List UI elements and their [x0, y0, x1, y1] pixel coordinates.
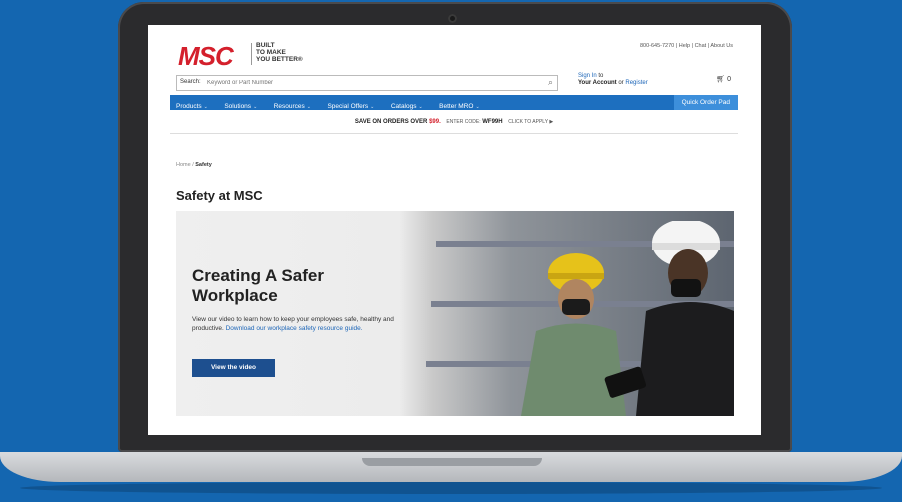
- search-label: Search:: [180, 79, 201, 85]
- laptop-notch: [362, 458, 542, 466]
- chevron-down-icon: ⌄: [370, 104, 375, 110]
- main-nav: Products ⌄ Solutions ⌄ Resources ⌄ Special …: [170, 95, 738, 110]
- divider: [170, 133, 738, 134]
- or-text: or: [618, 80, 624, 86]
- tagline-line: YOU BETTER®: [256, 56, 303, 63]
- chevron-down-icon: ⌄: [306, 104, 311, 110]
- promo-code: WF99H: [482, 119, 503, 125]
- logo-divider: [251, 43, 252, 65]
- breadcrumb: Home / Safety: [176, 162, 212, 168]
- promo-banner[interactable]: SAVE ON ORDERS OVER $99. ENTER CODE: WF9…: [170, 119, 738, 125]
- breadcrumb-home[interactable]: Home: [176, 162, 191, 168]
- hero-description: View our video to learn how to keep your…: [192, 315, 402, 333]
- hero-title: Creating A Safer Workplace: [192, 266, 324, 305]
- promo-amount: $99.: [429, 119, 441, 125]
- logo-tagline: BUILT TO MAKE YOU BETTER®: [256, 42, 316, 63]
- laptop-base: [0, 452, 902, 482]
- page-title: Safety at MSC: [176, 188, 263, 203]
- laptop-shadow: [20, 482, 882, 494]
- promo-apply-link[interactable]: CLICK TO APPLY ▶: [508, 119, 553, 125]
- phone-link[interactable]: 800-645-7270: [640, 43, 674, 49]
- webcam-icon: [448, 14, 457, 23]
- chevron-down-icon: ⌄: [418, 104, 423, 110]
- quick-order-pad-button[interactable]: Quick Order Pad: [673, 95, 738, 110]
- nav-catalogs[interactable]: Catalogs ⌄: [385, 99, 429, 110]
- workers-photo: [521, 221, 734, 416]
- your-account-link[interactable]: Your Account: [578, 80, 617, 86]
- nav-special-offers[interactable]: Special Offers ⌄: [321, 99, 380, 110]
- msc-logo[interactable]: MSC: [178, 41, 234, 72]
- nav-solutions[interactable]: Solutions ⌄: [218, 99, 263, 110]
- nav-label: Special Offers: [327, 103, 369, 110]
- hero-banner: Creating A Safer Workplace View our vide…: [176, 211, 734, 416]
- cart-button[interactable]: 🛒︎ 0: [716, 75, 731, 83]
- chevron-down-icon: ⌄: [203, 104, 208, 110]
- nav-resources[interactable]: Resources ⌄: [268, 99, 317, 110]
- promo-code-label: ENTER CODE:: [446, 119, 481, 125]
- nav-label: Catalogs: [390, 103, 417, 110]
- browser-screen: MSC BUILT TO MAKE YOU BETTER® 800-645-72…: [148, 25, 761, 435]
- view-video-button[interactable]: View the video: [192, 359, 275, 377]
- breadcrumb-separator: /: [192, 162, 194, 168]
- search-input[interactable]: [207, 77, 527, 88]
- account-area: Sign In to Your Account or Register: [578, 73, 648, 87]
- breadcrumb-current: Safety: [195, 162, 212, 168]
- nav-products[interactable]: Products ⌄: [170, 99, 214, 110]
- nav-label: Resources: [273, 103, 305, 110]
- search-bar: Search: ⌕: [176, 75, 558, 91]
- sign-in-to: to: [598, 73, 604, 79]
- sign-in-link[interactable]: Sign In: [578, 73, 597, 79]
- cart-count: 0: [727, 76, 731, 83]
- tagline-line: TO MAKE: [256, 49, 286, 56]
- chevron-down-icon: ⌄: [475, 104, 480, 110]
- nav-label: Better MRO: [439, 103, 474, 110]
- chevron-down-icon: ⌄: [253, 104, 258, 110]
- register-link[interactable]: Register: [625, 80, 647, 86]
- cart-icon: 🛒︎: [716, 76, 726, 83]
- utility-links: 800-645-7270 | Help | Chat | About Us: [639, 43, 733, 49]
- site-header: MSC BUILT TO MAKE YOU BETTER® 800-645-72…: [148, 25, 761, 71]
- nav-label: Products: [176, 103, 202, 110]
- nav-better-mro[interactable]: Better MRO ⌄: [433, 99, 486, 110]
- about-link[interactable]: About Us: [710, 43, 733, 49]
- chat-link[interactable]: Chat: [695, 43, 707, 49]
- download-guide-link[interactable]: Download our workplace safety resource g…: [226, 325, 363, 332]
- help-link[interactable]: Help: [679, 43, 690, 49]
- nav-label: Solutions: [224, 103, 252, 110]
- promo-text: SAVE ON ORDERS OVER: [354, 119, 428, 125]
- search-icon[interactable]: ⌕: [548, 77, 553, 88]
- tagline-line: BUILT: [256, 42, 275, 49]
